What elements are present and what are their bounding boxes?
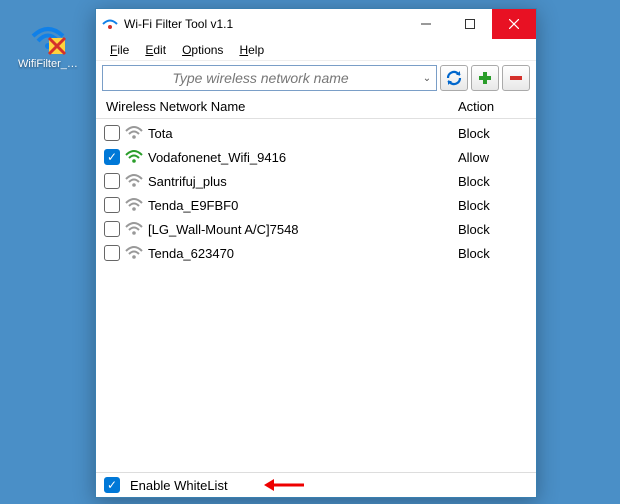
menu-options[interactable]: Options: [174, 41, 231, 59]
footer: Enable WhiteList: [96, 472, 536, 497]
wifi-signal-icon: [124, 149, 144, 165]
minus-icon: [508, 70, 524, 86]
network-row[interactable]: Tenda_623470Block: [104, 241, 528, 265]
network-action: Allow: [458, 150, 528, 165]
wifi-signal-icon: [124, 125, 144, 141]
network-name: Vodafonenet_Wifi_9416: [148, 150, 458, 165]
network-row[interactable]: Vodafonenet_Wifi_9416Allow: [104, 145, 528, 169]
menu-edit[interactable]: Edit: [137, 41, 174, 59]
add-button[interactable]: [471, 65, 499, 91]
network-action: Block: [458, 198, 528, 213]
desktop-shortcut[interactable]: WifiFilter_x...: [18, 18, 78, 70]
column-header-name[interactable]: Wireless Network Name: [104, 99, 458, 114]
column-header-action[interactable]: Action: [458, 99, 528, 114]
network-name: Santrifuj_plus: [148, 174, 458, 189]
network-action: Block: [458, 174, 528, 189]
network-checkbox[interactable]: [104, 221, 120, 237]
wifi-signal-icon: [124, 173, 144, 189]
search-input[interactable]: [103, 66, 418, 90]
menu-help[interactable]: Help: [231, 41, 272, 59]
refresh-button[interactable]: [440, 65, 468, 91]
maximize-icon: [465, 19, 475, 29]
titlebar[interactable]: Wi-Fi Filter Tool v1.1: [96, 9, 536, 39]
close-button[interactable]: [492, 9, 536, 39]
refresh-icon: [445, 69, 463, 87]
network-row[interactable]: TotaBlock: [104, 121, 528, 145]
network-row[interactable]: [LG_Wall-Mount A/C]7548Block: [104, 217, 528, 241]
window-title: Wi-Fi Filter Tool v1.1: [124, 17, 404, 31]
wifi-signal-icon: [124, 221, 144, 237]
toolbar: ⌄: [96, 61, 536, 95]
minimize-button[interactable]: [404, 9, 448, 39]
chevron-down-icon[interactable]: ⌄: [418, 73, 436, 84]
network-checkbox[interactable]: [104, 173, 120, 189]
network-checkbox[interactable]: [104, 149, 120, 165]
network-name: [LG_Wall-Mount A/C]7548: [148, 222, 458, 237]
app-shortcut-icon: [29, 18, 67, 56]
menu-file[interactable]: File: [102, 41, 137, 59]
network-action: Block: [458, 222, 528, 237]
network-row[interactable]: Santrifuj_plusBlock: [104, 169, 528, 193]
plus-icon: [477, 70, 493, 86]
wifi-signal-icon: [124, 245, 144, 261]
network-name: Tota: [148, 126, 458, 141]
network-action: Block: [458, 246, 528, 261]
network-action: Block: [458, 126, 528, 141]
arrow-annotation-icon: [264, 478, 304, 492]
wifi-signal-icon: [124, 197, 144, 213]
search-combobox[interactable]: ⌄: [102, 65, 437, 91]
minimize-icon: [421, 19, 431, 29]
network-checkbox[interactable]: [104, 197, 120, 213]
network-list: TotaBlockVodafonenet_Wifi_9416AllowSantr…: [96, 119, 536, 472]
app-window: Wi-Fi Filter Tool v1.1 File Edit Options…: [95, 8, 537, 498]
desktop-shortcut-label: WifiFilter_x...: [18, 58, 78, 70]
enable-whitelist-checkbox[interactable]: [104, 477, 120, 493]
maximize-button[interactable]: [448, 9, 492, 39]
list-header: Wireless Network Name Action: [96, 95, 536, 119]
network-name: Tenda_E9FBF0: [148, 198, 458, 213]
network-name: Tenda_623470: [148, 246, 458, 261]
menubar: File Edit Options Help: [96, 39, 536, 61]
close-icon: [509, 19, 519, 29]
network-checkbox[interactable]: [104, 125, 120, 141]
remove-button[interactable]: [502, 65, 530, 91]
network-row[interactable]: Tenda_E9FBF0Block: [104, 193, 528, 217]
network-checkbox[interactable]: [104, 245, 120, 261]
enable-whitelist-label: Enable WhiteList: [130, 478, 228, 493]
app-icon: [102, 16, 118, 32]
